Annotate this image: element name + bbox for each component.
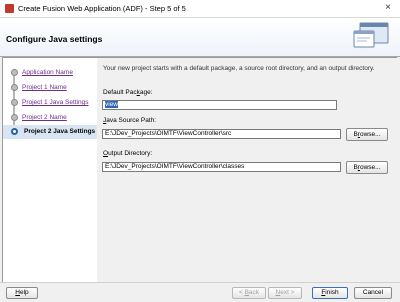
step-label: Application Name [22,69,73,76]
next-button[interactable]: Next > [268,287,302,299]
close-icon[interactable]: × [382,2,394,14]
step-project-1-java-settings[interactable]: Project 1 Java Settings [7,96,97,110]
default-package-value: view [105,101,119,108]
app-icon [5,4,14,13]
step-project-2-java-settings[interactable]: Project 2 Java Settings [3,125,97,139]
step-label: Project 1 Name [22,84,67,91]
java-source-path-input[interactable]: E:\JDev_Projects\OIMTF\ViewController\sr… [102,129,341,139]
browse-output-button[interactable]: Browse... [346,161,388,174]
step-project-1-name[interactable]: Project 1 Name [7,81,97,95]
step-done-icon [11,114,18,121]
window-title: Create Fusion Web Application (ADF) - St… [18,4,186,13]
footer-divider [0,282,400,283]
step-label: Project 2 Name [22,114,67,121]
java-source-path-label: Java Source Path: [103,117,157,124]
finish-button[interactable]: Finish [312,287,348,299]
title-bar: Create Fusion Web Application (ADF) - St… [0,0,400,17]
default-package-input[interactable]: view [102,100,337,110]
browse-source-button[interactable]: Browse... [346,128,388,141]
cancel-button[interactable]: Cancel [354,287,392,299]
step-current-icon [11,128,18,135]
step-label: Project 2 Java Settings [24,128,96,135]
step-application-name[interactable]: Application Name [7,66,97,80]
output-directory-label: Output Directory: [103,150,153,157]
step-done-icon [11,99,18,106]
help-button[interactable]: Help [6,287,38,299]
output-directory-input[interactable]: E:\JDev_Projects\OIMTF\ViewController\cl… [102,162,341,172]
wizard-illustration-icon [353,22,389,48]
step-done-icon [11,84,18,91]
step-label: Project 1 Java Settings [22,99,89,106]
step-project-2-name[interactable]: Project 2 Name [7,111,97,125]
wizard-steps-panel: Application Name Project 1 Name Project … [2,57,98,283]
default-package-label: Default Package: [103,89,153,96]
back-button[interactable]: < Back [232,287,266,299]
page-title: Configure Java settings [6,34,103,44]
wizard-header: Configure Java settings [0,17,400,57]
settings-panel: Your new project starts with a default p… [97,57,397,282]
intro-text: Your new project starts with a default p… [103,65,375,72]
step-done-icon [11,69,18,76]
